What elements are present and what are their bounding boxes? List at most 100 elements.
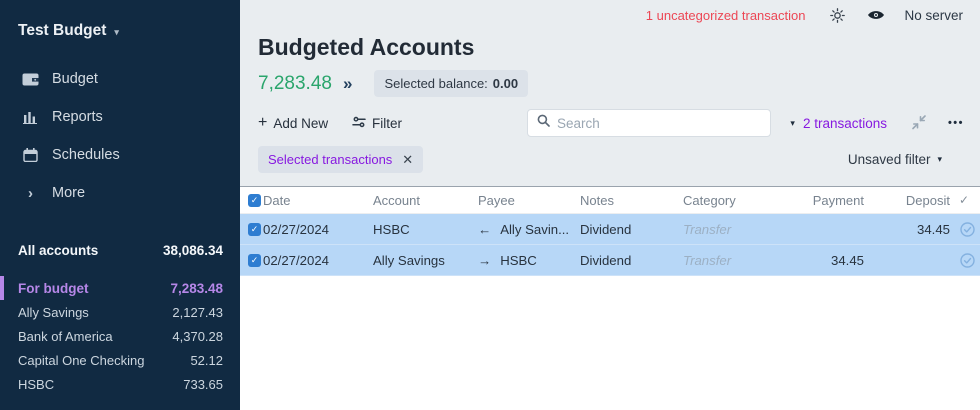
column-header-category: Category xyxy=(683,193,804,208)
collapse-splits-icon[interactable] xyxy=(910,114,928,136)
select-all-checkbox[interactable]: ✓ xyxy=(248,194,261,207)
account-name: Bank of America xyxy=(18,329,113,344)
payee-cell[interactable]: → HSBC xyxy=(478,253,580,268)
account-balance: 2,127.43 xyxy=(172,305,223,320)
selected-balance-value: 0.00 xyxy=(493,76,518,91)
account-name: Capital One Checking xyxy=(18,353,144,368)
all-accounts-label: All accounts xyxy=(18,243,98,258)
table-row: ✓ 02/27/2024 Ally Savings → HSBC Dividen… xyxy=(240,245,980,276)
all-accounts-balance: 38,086.34 xyxy=(163,243,223,258)
filter-bar: Selected transactions ✕ Unsaved filter ▾ xyxy=(240,146,980,174)
payee-name: Ally Savin... xyxy=(500,222,569,237)
selected-balance-label: Selected balance: xyxy=(384,76,487,91)
sidebar-item-label: Budget xyxy=(52,71,98,87)
row-checkbox[interactable]: ✓ xyxy=(248,254,261,267)
column-header-payment: Payment xyxy=(804,193,868,208)
main-content: 1 uncategorized transaction No server Bu… xyxy=(240,0,980,410)
transactions-count-label: 2 transactions xyxy=(803,116,887,131)
app-window: Test Budget ▾ Budget Reports Schedules xyxy=(0,0,980,410)
search-input[interactable] xyxy=(557,116,761,131)
column-header-account: Account xyxy=(373,193,478,208)
expand-balance-icon[interactable]: » xyxy=(343,74,352,94)
page-title: Budgeted Accounts xyxy=(258,34,474,61)
balance-row: 7,283.48 » Selected balance: 0.00 xyxy=(258,70,528,97)
payee-cell[interactable]: ← Ally Savin... xyxy=(478,222,580,237)
account-row-ally-savings[interactable]: Ally Savings 2,127.43 xyxy=(0,300,240,324)
sidebar-item-budget[interactable]: Budget xyxy=(0,60,240,98)
sidebar-item-label: More xyxy=(52,185,85,201)
transactions-count-dropdown[interactable]: ▾ 2 transactions xyxy=(790,109,887,137)
deposit-cell[interactable]: 34.45 xyxy=(868,222,954,237)
privacy-eye-icon[interactable] xyxy=(867,9,885,21)
sidebar-item-label: Schedules xyxy=(52,147,120,163)
wallet-icon xyxy=(22,73,39,86)
chip-label: Selected transactions xyxy=(268,152,392,167)
unsaved-filter-label: Unsaved filter xyxy=(848,152,931,167)
account-balance: 733.65 xyxy=(183,377,223,392)
category-cell[interactable]: Transfer xyxy=(683,253,804,268)
sidebar-item-schedules[interactable]: Schedules xyxy=(0,136,240,174)
check-icon: ✓ xyxy=(251,255,259,266)
account-name: Ally Savings xyxy=(18,305,89,320)
cleared-check-icon[interactable] xyxy=(954,222,980,237)
caret-down-icon: ▾ xyxy=(937,154,942,165)
row-checkbox[interactable]: ✓ xyxy=(248,223,261,236)
budget-name-menu[interactable]: Test Budget ▾ xyxy=(0,0,240,40)
cleared-check-icon[interactable] xyxy=(954,253,980,268)
server-status[interactable]: No server xyxy=(904,8,963,23)
payee-name: HSBC xyxy=(500,253,537,268)
date-cell[interactable]: 02/27/2024 xyxy=(263,253,373,268)
dropdown-caret-icon: ▾ xyxy=(114,25,119,38)
category-cell[interactable]: Transfer xyxy=(683,222,804,237)
date-cell[interactable]: 02/27/2024 xyxy=(263,222,373,237)
total-balance[interactable]: 7,283.48 xyxy=(258,73,332,95)
add-new-button[interactable]: + Add New xyxy=(258,109,328,137)
column-header-payee: Payee xyxy=(478,193,580,208)
account-balance: 52.12 xyxy=(190,353,223,368)
chevron-right-icon: › xyxy=(22,186,39,201)
column-header-date: Date xyxy=(263,193,373,208)
all-accounts-row[interactable]: All accounts 38,086.34 xyxy=(0,237,240,263)
sidebar-nav: Budget Reports Schedules › More xyxy=(0,60,240,212)
account-cell[interactable]: HSBC xyxy=(373,222,478,237)
notes-cell[interactable]: Dividend xyxy=(580,222,683,237)
cleared-column-check-icon: ✓ xyxy=(954,193,980,207)
accounts-list: All accounts 38,086.34 For budget 7,283.… xyxy=(0,237,240,396)
sidebar-item-reports[interactable]: Reports xyxy=(0,98,240,136)
account-row-hsbc[interactable]: HSBC 733.65 xyxy=(0,372,240,396)
bar-chart-icon xyxy=(22,111,39,124)
filter-label: Filter xyxy=(372,116,402,131)
search-box xyxy=(527,109,771,137)
close-icon[interactable]: ✕ xyxy=(402,152,413,168)
filter-sliders-icon xyxy=(352,116,366,131)
filter-button[interactable]: Filter xyxy=(352,109,402,137)
theme-toggle-sun-icon[interactable] xyxy=(830,8,845,23)
more-options-icon[interactable]: ••• xyxy=(948,109,964,137)
transfer-arrow-icon: ← xyxy=(478,222,491,237)
account-balance: 4,370.28 xyxy=(172,329,223,344)
table-header: ✓ Date Account Payee Notes Category Paym… xyxy=(240,187,980,214)
table-row: ✓ 02/27/2024 HSBC ← Ally Savin... Divide… xyxy=(240,214,980,245)
column-header-deposit: Deposit xyxy=(868,193,954,208)
sidebar-item-label: Reports xyxy=(52,109,103,125)
toolbar: + Add New Filter ▾ 2 transactions xyxy=(240,109,980,137)
selected-balance-pill: Selected balance: 0.00 xyxy=(374,70,528,97)
account-row-capital-one[interactable]: Capital One Checking 52.12 xyxy=(0,348,240,372)
account-cell[interactable]: Ally Savings xyxy=(373,253,478,268)
payment-cell[interactable]: 34.45 xyxy=(804,253,868,268)
check-icon: ✓ xyxy=(251,195,259,206)
account-name: For budget xyxy=(18,281,89,296)
selected-transactions-chip[interactable]: Selected transactions ✕ xyxy=(258,146,423,173)
check-icon: ✓ xyxy=(251,224,259,235)
topbar: 1 uncategorized transaction No server xyxy=(646,0,980,30)
transfer-arrow-icon: → xyxy=(478,253,491,268)
account-row-for-budget[interactable]: For budget 7,283.48 xyxy=(0,276,240,300)
unsaved-filter-dropdown[interactable]: Unsaved filter ▾ xyxy=(848,146,942,173)
account-balance: 7,283.48 xyxy=(170,281,223,296)
uncategorized-alert[interactable]: 1 uncategorized transaction xyxy=(646,8,806,23)
transactions-table: ✓ Date Account Payee Notes Category Paym… xyxy=(240,186,980,410)
account-row-bank-of-america[interactable]: Bank of America 4,370.28 xyxy=(0,324,240,348)
notes-cell[interactable]: Dividend xyxy=(580,253,683,268)
plus-icon: + xyxy=(258,115,267,131)
sidebar-item-more[interactable]: › More xyxy=(0,174,240,212)
